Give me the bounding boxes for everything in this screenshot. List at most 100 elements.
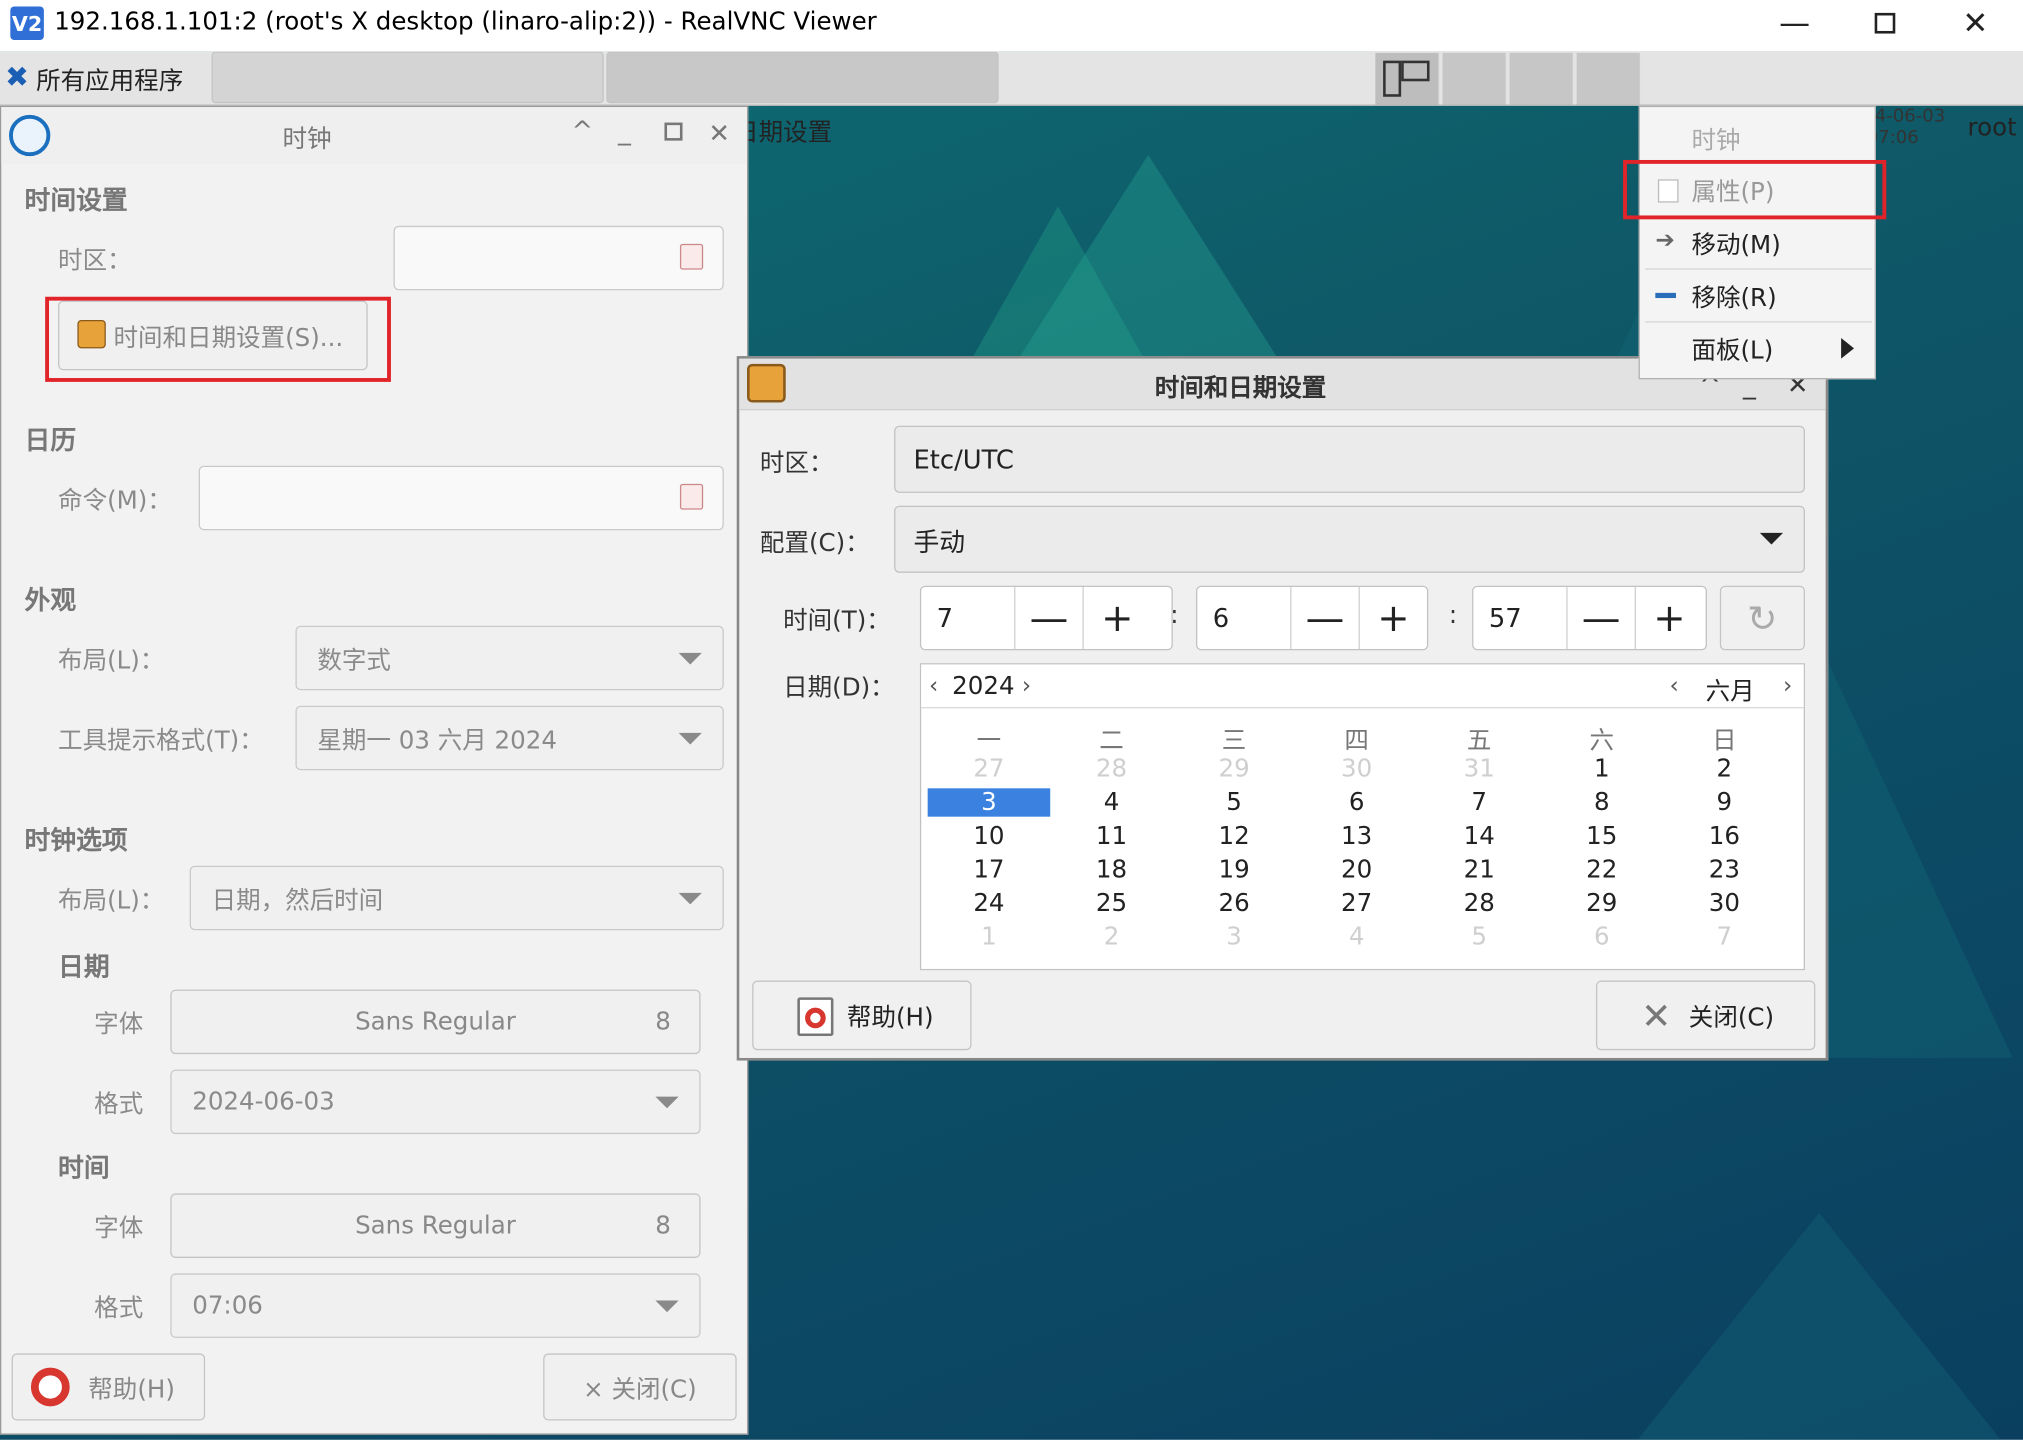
calendar-day[interactable]: 13 — [1295, 822, 1418, 850]
menu-panel-label: 面板(L) — [1691, 336, 1774, 365]
calendar-day[interactable]: 5 — [1173, 788, 1296, 816]
calendar-day[interactable]: 10 — [928, 822, 1051, 850]
calendar-day[interactable]: 9 — [1663, 788, 1786, 816]
calendar-day[interactable]: 15 — [1540, 822, 1663, 850]
command-picker-icon[interactable] — [679, 483, 704, 510]
second-spinner[interactable]: 57 — + — [1472, 585, 1707, 651]
clock-icon — [9, 114, 51, 157]
menu-item-remove[interactable]: 移除(R) — [1640, 270, 1875, 322]
calendar-day-outside[interactable]: 31 — [1418, 755, 1541, 783]
calendar-day[interactable]: 20 — [1295, 855, 1418, 883]
calendar-day[interactable]: 25 — [1050, 889, 1173, 917]
workspace-2[interactable] — [1442, 52, 1507, 105]
prev-month-icon[interactable]: ‹ — [1670, 672, 1679, 699]
taskbar-item-clock[interactable] — [211, 51, 604, 104]
workspace-4[interactable] — [1576, 52, 1642, 105]
calendar-day[interactable]: 7 — [1418, 788, 1541, 816]
calendar-day[interactable]: 29 — [1540, 889, 1663, 917]
calendar-day-outside[interactable]: 30 — [1295, 755, 1418, 783]
calendar-day[interactable]: 14 — [1418, 822, 1541, 850]
calendar-day[interactable]: 30 — [1663, 889, 1786, 917]
calendar-day[interactable]: 22 — [1540, 855, 1663, 883]
hour-spinner[interactable]: 7 — + — [919, 585, 1173, 651]
calendar-day[interactable]: 26 — [1173, 889, 1296, 917]
calendar-day[interactable]: 18 — [1050, 855, 1173, 883]
time-font-button[interactable]: Sans Regular 8 — [170, 1193, 701, 1258]
calendar-day[interactable]: 4 — [1050, 788, 1173, 816]
calendar-day-outside[interactable]: 7 — [1663, 922, 1786, 950]
layout-select[interactable]: 数字式 — [295, 625, 724, 691]
hour-value[interactable]: 7 — [937, 603, 953, 634]
dialog-timezone-field[interactable]: Etc/UTC — [894, 425, 1805, 493]
minute-spinner[interactable]: 6 — + — [1196, 585, 1429, 651]
second-value[interactable]: 57 — [1489, 603, 1522, 634]
prev-year-icon[interactable]: ‹ — [929, 672, 938, 699]
second-increment-button[interactable]: + — [1634, 587, 1703, 649]
calendar-day[interactable]: 17 — [928, 855, 1051, 883]
calendar-day-outside[interactable]: 3 — [1173, 922, 1296, 950]
date-format-label: 格式 — [94, 1090, 144, 1119]
dialog-help-button[interactable]: 帮助(H) — [752, 980, 972, 1051]
calendar-day[interactable]: 23 — [1663, 855, 1786, 883]
hour-decrement-button[interactable]: — — [1014, 587, 1082, 649]
window-minimize-icon[interactable]: _ — [618, 115, 631, 146]
calendar-day-outside[interactable]: 5 — [1418, 922, 1541, 950]
calendar-day-selected[interactable]: 3 — [927, 788, 1051, 817]
calendar-day[interactable]: 19 — [1173, 855, 1296, 883]
window-maximize-icon[interactable] — [664, 122, 683, 141]
calendar-grid[interactable]: 一二三四五六日 27 28 29 30 31 1 2 3 4 5 6 7 8 9 10 11 12 13 14 15 16… — [927, 721, 1792, 966]
calendar-day-outside[interactable]: 27 — [928, 755, 1051, 783]
calendar-day-outside[interactable]: 28 — [1050, 755, 1173, 783]
minute-increment-button[interactable]: + — [1358, 587, 1427, 649]
tooltip-format-select[interactable]: 星期一 03 六月 2024 — [295, 705, 724, 771]
refresh-button[interactable]: ↻ — [1719, 585, 1805, 651]
calendar-day[interactable]: 16 — [1663, 822, 1786, 850]
calendar-day-outside[interactable]: 1 — [928, 922, 1051, 950]
maximize-icon[interactable] — [1862, 3, 1908, 44]
layout2-select[interactable]: 日期，然后时间 — [189, 865, 724, 931]
menu-item-move[interactable]: ➔ 移动(M) — [1640, 217, 1875, 269]
timezone-picker-icon[interactable] — [679, 243, 704, 270]
config-select[interactable]: 手动 — [894, 505, 1805, 573]
minute-value[interactable]: 6 — [1213, 603, 1229, 634]
time-format-select[interactable]: 07:06 — [170, 1273, 701, 1338]
dialog-close-button[interactable]: ✕ 关闭(C) — [1595, 980, 1816, 1051]
hour-increment-button[interactable]: + — [1082, 587, 1150, 649]
menu-item-panel[interactable]: 面板(L) — [1640, 323, 1875, 375]
calendar-day[interactable]: 11 — [1050, 822, 1173, 850]
calendar-day-outside[interactable]: 4 — [1295, 922, 1418, 950]
help-button[interactable]: 帮助(H) — [11, 1353, 206, 1421]
calendar-day[interactable]: 28 — [1418, 889, 1541, 917]
panel-user[interactable]: root — [1968, 114, 2017, 142]
calendar-day[interactable]: 1 — [1540, 755, 1663, 783]
next-year-icon[interactable]: › — [1022, 672, 1031, 699]
date-font-button[interactable]: Sans Regular 8 — [170, 989, 701, 1055]
calendar-day[interactable]: 24 — [928, 889, 1051, 917]
calendar[interactable]: ‹ 2024 › ‹ 六月 › 一二三四五六日 27 28 29 30 31 1 2 3 4 5 6 7… — [919, 663, 1805, 971]
workspace-1[interactable] — [1375, 52, 1440, 105]
window-close-icon[interactable]: ✕ — [708, 117, 730, 148]
timezone-input[interactable] — [393, 225, 724, 291]
calendar-day[interactable]: 21 — [1418, 855, 1541, 883]
calendar-day[interactable]: 2 — [1663, 755, 1786, 783]
close-icon[interactable]: ✕ — [1952, 3, 1998, 44]
calendar-day[interactable]: 6 — [1295, 788, 1418, 816]
window-up-icon[interactable]: ^ — [572, 115, 594, 146]
calendar-day[interactable]: 8 — [1540, 788, 1663, 816]
taskbar-item-datetime[interactable] — [606, 51, 999, 104]
calendar-day-outside[interactable]: 29 — [1173, 755, 1296, 783]
calendar-day-outside[interactable]: 2 — [1050, 922, 1173, 950]
apps-menu[interactable]: 所有应用程序 — [36, 62, 183, 97]
calendar-day[interactable]: 12 — [1173, 822, 1296, 850]
command-input[interactable] — [198, 465, 724, 531]
next-month-icon[interactable]: › — [1783, 672, 1792, 699]
minute-decrement-button[interactable]: — — [1290, 587, 1358, 649]
minimize-icon[interactable]: — — [1771, 3, 1817, 44]
second-decrement-button[interactable]: — — [1566, 587, 1634, 649]
apps-menu-icon[interactable]: ✖ — [5, 62, 29, 94]
calendar-day-outside[interactable]: 6 — [1540, 922, 1663, 950]
workspace-3[interactable] — [1509, 52, 1575, 105]
calendar-day[interactable]: 27 — [1295, 889, 1418, 917]
date-format-select[interactable]: 2024-06-03 — [170, 1069, 701, 1135]
close-button[interactable]: × 关闭(C) — [543, 1353, 737, 1421]
